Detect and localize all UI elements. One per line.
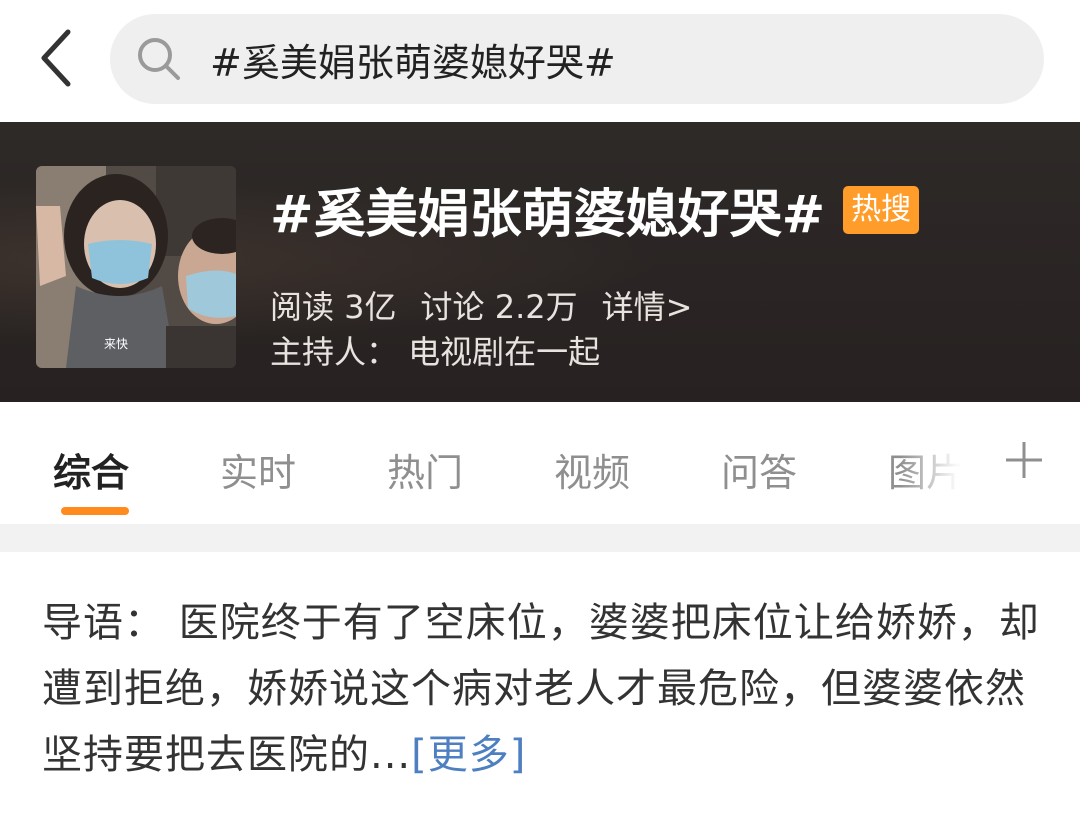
cover-caption: 来快 [103, 337, 128, 351]
active-tab-indicator [61, 507, 129, 515]
topic-host: 主持人： 电视剧在一起 [270, 333, 601, 371]
read-count: 阅读 3亿 [270, 288, 397, 326]
tab-realtime[interactable]: 实时 [220, 442, 296, 497]
topic-stats: 阅读 3亿 讨论 2.2万 详情> [270, 282, 692, 328]
tab-hot[interactable]: 热门 [387, 442, 463, 497]
topic-cover-image[interactable]: 来快 [36, 166, 236, 368]
topic-title: #奚美娟张萌婆媳好哭# [270, 185, 826, 245]
add-tab-button[interactable] [994, 430, 1054, 490]
search-icon [136, 36, 182, 82]
top-bar: #奚美娟张萌婆媳好哭# [0, 0, 1080, 122]
tab-qa[interactable]: 问答 [721, 442, 797, 497]
more-link[interactable]: [更多] [411, 732, 526, 778]
section-divider [0, 524, 1080, 552]
topic-intro: 导语： 医院终于有了空床位，婆婆把床位让给娇娇，却遭到拒绝，娇娇说这个病对老人才… [42, 590, 1042, 788]
topic-header: 来快 #奚美娟张萌婆媳好哭# 热搜 阅读 3亿 讨论 2.2万 详情> 主持人：… [0, 122, 1080, 402]
intro-text: 导语： 医院终于有了空床位，婆婆把床位让给娇娇，却遭到拒绝，娇娇说这个病对老人才… [42, 600, 1040, 778]
search-input[interactable]: #奚美娟张萌婆媳好哭# [210, 32, 616, 87]
detail-link[interactable]: 详情> [602, 282, 693, 328]
search-bar[interactable]: #奚美娟张萌婆媳好哭# [110, 14, 1044, 104]
tab-bar: 综合 实时 热门 视频 问答 图片 [0, 402, 1080, 524]
tab-pictures[interactable]: 图片 [888, 442, 964, 497]
chevron-left-icon [41, 29, 71, 87]
tab-comprehensive[interactable]: 综合 [53, 442, 129, 497]
plus-icon [1006, 442, 1042, 478]
discussion-count: 讨论 2.2万 [420, 288, 578, 326]
tab-video[interactable]: 视频 [554, 442, 630, 497]
hot-search-badge: 热搜 [843, 185, 920, 234]
topic-title-row: #奚美娟张萌婆媳好哭# 热搜 [270, 172, 920, 247]
back-button[interactable] [28, 26, 84, 90]
